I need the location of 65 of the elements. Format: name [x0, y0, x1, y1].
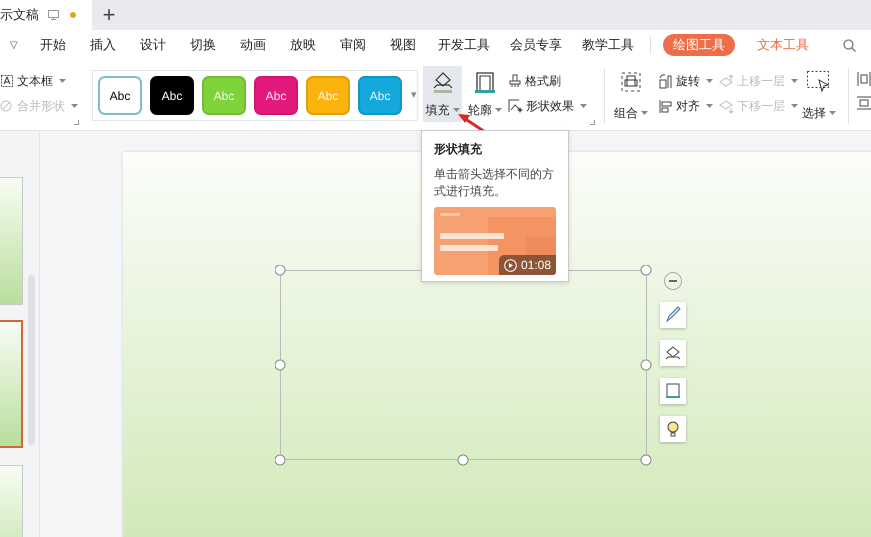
search-icon	[843, 38, 856, 52]
menu-tab[interactable]: 开始	[28, 35, 78, 55]
style-swatch[interactable]: Abc	[98, 76, 142, 115]
dialog-launcher-icon	[590, 120, 596, 125]
play-icon	[504, 258, 517, 272]
video-duration: 01:08	[498, 255, 556, 275]
screen-icon	[48, 10, 59, 20]
select-button[interactable]: 选择	[800, 70, 838, 122]
collapse-button[interactable]: ▽	[0, 38, 28, 52]
menu-tab[interactable]: 视图	[378, 35, 428, 55]
collapse-button[interactable]	[664, 272, 682, 290]
document-tab[interactable]: 示文稿	[0, 0, 92, 30]
group-icon	[619, 70, 644, 94]
shape-effects-button[interactable]: 形状效果	[508, 95, 596, 117]
lightbulb-button[interactable]	[660, 416, 686, 442]
menu-tab[interactable]: 会员专享	[500, 35, 572, 55]
style-swatch[interactable]: Abc	[254, 76, 298, 115]
align-button[interactable]: 对齐	[658, 95, 715, 117]
rotate-icon	[658, 74, 674, 88]
style-brush-button[interactable]	[660, 302, 686, 328]
style-swatch[interactable]: Abc	[150, 76, 194, 115]
caret-icon	[641, 111, 648, 115]
align-icon	[658, 98, 674, 114]
outline-icon	[474, 70, 496, 94]
caret-icon	[829, 111, 836, 115]
distribute-icon	[857, 72, 871, 86]
caret-icon	[580, 104, 588, 108]
caret-icon	[790, 79, 798, 83]
menu-tab[interactable]: 插入	[78, 35, 128, 55]
tab-title: 示文稿	[0, 6, 39, 24]
fill-button[interactable]	[660, 340, 686, 366]
shape-effects-icon	[508, 99, 524, 113]
menu-tab[interactable]: 动画	[228, 35, 278, 55]
text-box-button[interactable]: 文本框	[0, 70, 84, 92]
caret-icon	[71, 104, 78, 108]
menu-tab[interactable]: 放映	[278, 35, 328, 55]
format-painter-icon	[508, 74, 522, 88]
outline-button[interactable]: 轮廓	[468, 66, 502, 122]
caret-icon	[452, 108, 460, 112]
outline-button[interactable]	[660, 378, 686, 404]
tooltip-text: 单击箭头选择不同的方式进行填充。	[434, 166, 555, 200]
new-tab-button[interactable]: +	[102, 4, 116, 26]
menu-tab[interactable]: 教学工具	[572, 35, 644, 55]
caret-icon	[706, 104, 714, 108]
merge-shapes-icon	[0, 99, 14, 113]
dialog-launcher-icon	[74, 120, 79, 125]
text-box-icon	[0, 74, 14, 88]
rotate-button[interactable]: 旋转	[658, 70, 715, 92]
caret-icon	[59, 79, 66, 83]
tooltip-title: 形状填充	[434, 141, 483, 158]
layer-down-icon	[718, 98, 734, 114]
fill-icon	[432, 70, 454, 94]
distribute-icon	[857, 96, 871, 110]
menu-tab[interactable]: 开发工具	[428, 35, 500, 55]
menu-tab[interactable]: 设计	[128, 35, 178, 55]
menu-tab[interactable]: 切换	[178, 35, 228, 55]
group-button[interactable]: 组合	[614, 70, 648, 122]
caret-icon	[706, 79, 714, 83]
menu-tab[interactable]: 审阅	[328, 35, 378, 55]
caret-icon	[495, 108, 502, 112]
caret-icon	[790, 104, 798, 108]
fill-button[interactable]: 填充	[422, 66, 462, 122]
format-painter-button[interactable]: 格式刷	[508, 70, 596, 92]
layer-up-icon	[718, 74, 734, 88]
gallery-more-button[interactable]: ▾	[411, 87, 417, 104]
